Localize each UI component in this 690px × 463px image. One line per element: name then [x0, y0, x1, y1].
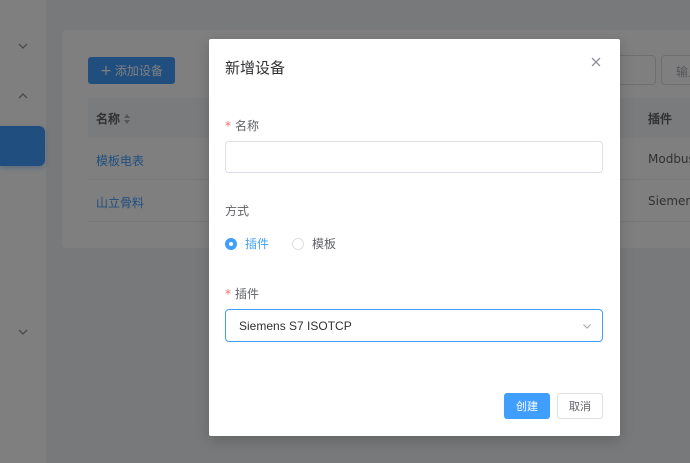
mode-radio-template[interactable]: 模板: [292, 235, 336, 252]
cancel-button[interactable]: 取消: [557, 393, 603, 419]
radio-checked-icon[interactable]: [225, 237, 237, 250]
create-button[interactable]: 创建: [504, 393, 550, 419]
mode-label: 方式: [225, 204, 250, 218]
dialog-title: 新增设备: [225, 59, 286, 77]
required-mark: *: [225, 119, 231, 133]
required-mark: *: [225, 287, 231, 301]
chevron-down-icon[interactable]: [582, 321, 592, 331]
radio-unchecked-icon[interactable]: [292, 237, 304, 250]
name-label: * 名称: [225, 119, 260, 133]
plugin-select[interactable]: Siemens S7 ISOTCP: [225, 309, 603, 342]
plugin-label: * 插件: [225, 287, 260, 301]
name-input[interactable]: [225, 141, 603, 173]
plugin-select-value: Siemens S7 ISOTCP: [239, 319, 352, 333]
mode-radio-plugin[interactable]: 插件: [225, 235, 269, 252]
add-device-dialog: 新增设备 * 名称 方式 插件 模板 * 插件 Siemens S7 ISOTCP …: [209, 39, 620, 436]
close-icon[interactable]: [590, 56, 602, 68]
